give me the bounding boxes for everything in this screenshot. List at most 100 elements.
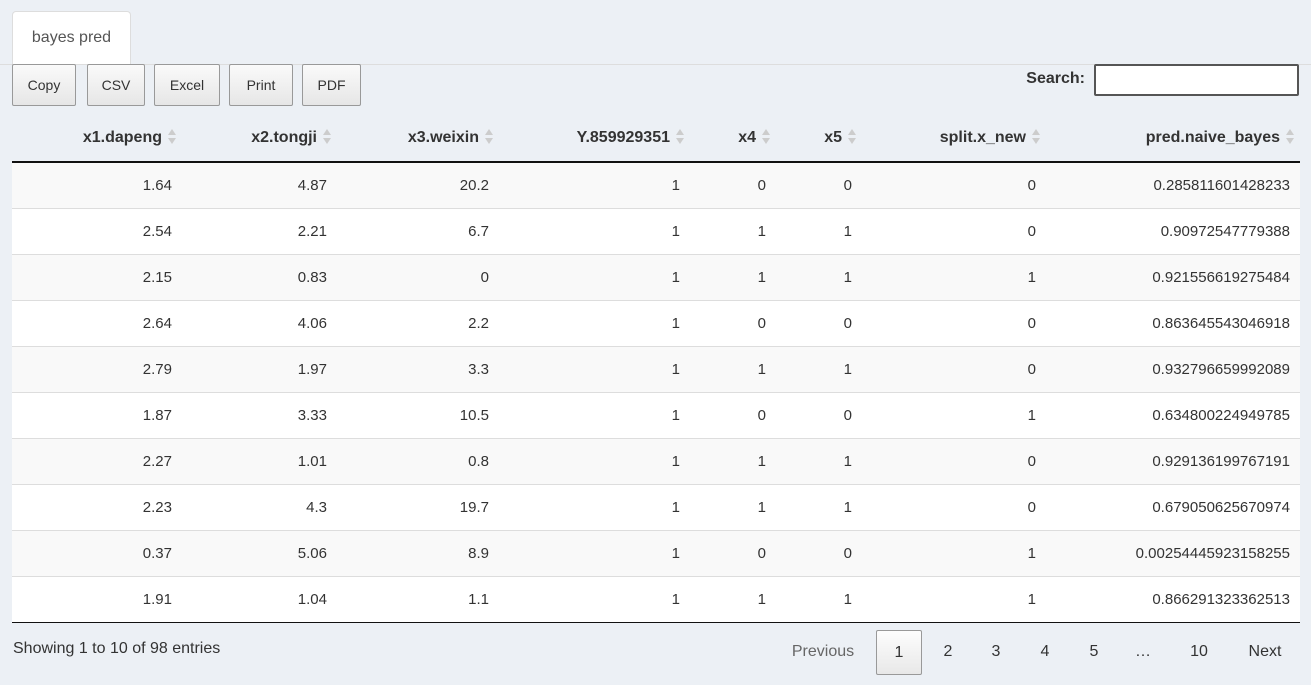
sort-icon — [1032, 129, 1040, 147]
table-cell: 8.9 — [337, 529, 499, 576]
column-header-x4[interactable]: x4 — [690, 114, 776, 163]
page-button-5[interactable]: 5 — [1074, 630, 1114, 675]
column-header-x2-tongji[interactable]: x2.tongji — [182, 114, 337, 163]
table-cell: 0.37 — [12, 529, 182, 576]
table-cell: 1 — [690, 207, 776, 254]
table-row: 1.87 3.33 10.5 1 0 0 1 0.634800224949785 — [12, 391, 1300, 438]
column-header-label: x5 — [824, 128, 842, 146]
table-header-row: x1.dapeng x2.tongji x3.weixin Y.859929351 x4… — [12, 114, 1300, 163]
table-cell: 1 — [862, 391, 1046, 438]
table-cell: 1 — [862, 529, 1046, 576]
table-cell: 1 — [499, 345, 690, 392]
table-row: 0.37 5.06 8.9 1 0 0 1 0.00254445923158255 — [12, 529, 1300, 576]
table-row: 2.15 0.83 0 1 1 1 1 0.921556619275484 — [12, 253, 1300, 300]
table-cell: 0 — [862, 483, 1046, 530]
table-cell: 1 — [499, 437, 690, 484]
sort-icon — [762, 129, 770, 147]
table-cell: 0 — [776, 529, 862, 576]
table-cell: 0.921556619275484 — [1046, 253, 1300, 300]
tab-bar: bayes pred — [0, 0, 1311, 65]
previous-page-button[interactable]: Previous — [778, 630, 868, 675]
table-row: 2.23 4.3 19.7 1 1 1 0 0.679050625670974 — [12, 483, 1300, 530]
table-row: 2.64 4.06 2.2 1 0 0 0 0.863645543046918 — [12, 299, 1300, 346]
column-header-x5[interactable]: x5 — [776, 114, 862, 163]
table-cell: 0 — [862, 345, 1046, 392]
table-cell: 1 — [776, 345, 862, 392]
column-header-label: Y.859929351 — [576, 128, 670, 146]
table-cell: 1.87 — [12, 391, 182, 438]
column-header-label: pred.naive_bayes — [1145, 128, 1280, 146]
column-header-pred-naive-bayes[interactable]: pred.naive_bayes — [1046, 114, 1300, 163]
column-header-x1-dapeng[interactable]: x1.dapeng — [12, 114, 182, 163]
table-cell: 0 — [776, 299, 862, 346]
column-header-label: x2.tongji — [251, 128, 317, 146]
next-page-button[interactable]: Next — [1236, 630, 1294, 675]
page-button-10[interactable]: 10 — [1176, 630, 1222, 675]
tab-bayes-pred[interactable]: bayes pred — [12, 11, 131, 64]
table-cell: 1 — [499, 575, 690, 623]
table-cell: 0 — [690, 299, 776, 346]
table-cell: 2.79 — [12, 345, 182, 392]
table-cell: 0.8 — [337, 437, 499, 484]
table-cell: 2.27 — [12, 437, 182, 484]
table-row: 2.27 1.01 0.8 1 1 1 0 0.929136199767191 — [12, 437, 1300, 484]
table-cell: 1 — [862, 253, 1046, 300]
table-cell: 0 — [862, 162, 1046, 208]
table-cell: 1 — [499, 483, 690, 530]
table-cell: 0.90972547779388 — [1046, 207, 1300, 254]
table-cell: 3.3 — [337, 345, 499, 392]
table-cell: 0 — [337, 253, 499, 300]
table-cell: 19.7 — [337, 483, 499, 530]
table-info: Showing 1 to 10 of 98 entries — [13, 640, 221, 657]
table-cell: 2.21 — [182, 207, 337, 254]
table-cell: 1 — [499, 207, 690, 254]
search-input[interactable] — [1094, 64, 1299, 96]
table-cell: 1 — [862, 575, 1046, 623]
table-cell: 0.634800224949785 — [1046, 391, 1300, 438]
table-cell: 6.7 — [337, 207, 499, 254]
column-header-label: x1.dapeng — [82, 128, 162, 146]
table-cell: 10.5 — [337, 391, 499, 438]
table-cell: 4.3 — [182, 483, 337, 530]
table-cell: 0 — [690, 162, 776, 208]
table-row: 2.54 2.21 6.7 1 1 1 0 0.90972547779388 — [12, 207, 1300, 254]
table-cell: 0 — [862, 437, 1046, 484]
column-header-label: x3.weixin — [407, 128, 479, 146]
excel-button[interactable]: Excel — [154, 64, 220, 106]
table-cell: 0 — [690, 529, 776, 576]
copy-button[interactable]: Copy — [12, 64, 76, 106]
sort-icon — [1286, 129, 1294, 147]
table-cell: 2.64 — [12, 299, 182, 346]
table-row: 1.64 4.87 20.2 1 0 0 0 0.285811601428233 — [12, 162, 1300, 208]
sort-icon — [676, 129, 684, 147]
table-cell: 3.33 — [182, 391, 337, 438]
csv-button[interactable]: CSV — [87, 64, 145, 106]
table-cell: 1 — [499, 162, 690, 208]
column-header-label: split.x_new — [939, 128, 1026, 146]
table-cell: 1.01 — [182, 437, 337, 484]
page-button-1[interactable]: 1 — [876, 630, 922, 675]
data-table: x1.dapeng x2.tongji x3.weixin Y.859929351 x4… — [12, 114, 1300, 623]
table-cell: 0 — [862, 299, 1046, 346]
sort-icon — [485, 129, 493, 147]
column-header-split-x-new[interactable]: split.x_new — [862, 114, 1046, 163]
table-cell: 1 — [776, 575, 862, 623]
column-header-y-859929351[interactable]: Y.859929351 — [499, 114, 690, 163]
table-cell: 0.83 — [182, 253, 337, 300]
pdf-button[interactable]: PDF — [302, 64, 361, 106]
table-cell: 2.15 — [12, 253, 182, 300]
table-cell: 20.2 — [337, 162, 499, 208]
table-cell: 1 — [690, 253, 776, 300]
table-cell: 1 — [776, 253, 862, 300]
column-header-x3-weixin[interactable]: x3.weixin — [337, 114, 499, 163]
table-cell: 1 — [499, 391, 690, 438]
table-cell: 0.679050625670974 — [1046, 483, 1300, 530]
table-cell: 0 — [862, 207, 1046, 254]
column-header-label: x4 — [738, 128, 756, 146]
page-button-4[interactable]: 4 — [1025, 630, 1065, 675]
print-button[interactable]: Print — [229, 64, 293, 106]
pagination-ellipsis: … — [1135, 643, 1151, 660]
page-button-3[interactable]: 3 — [976, 630, 1016, 675]
page-button-2[interactable]: 2 — [928, 630, 968, 675]
table-cell: 1 — [499, 253, 690, 300]
